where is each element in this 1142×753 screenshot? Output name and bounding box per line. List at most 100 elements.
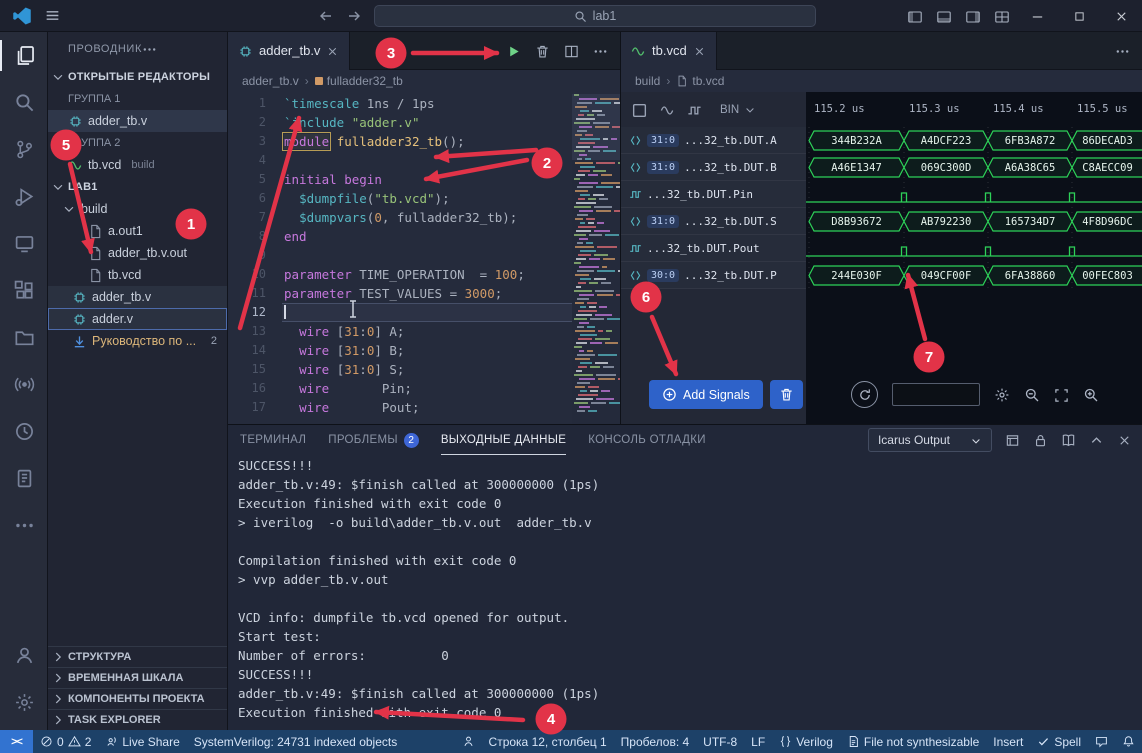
panel-tab-ТЕРМИНАЛ[interactable]: ТЕРМИНАЛ [240, 425, 306, 455]
activity-settings[interactable] [0, 679, 48, 726]
activity-notebook[interactable] [0, 455, 48, 502]
file-adder_tb.v.out[interactable]: adder_tb.v.out [48, 242, 227, 264]
status-systemverilog-status[interactable]: SystemVerilog: 24731 indexed objects [187, 730, 404, 753]
panel-tab-КОНСОЛЬ ОТЛАДКИ[interactable]: КОНСОЛЬ ОТЛАДКИ [588, 425, 706, 455]
code-line[interactable]: end [282, 227, 572, 246]
code-line[interactable]: wire [31:0] A; [282, 322, 572, 341]
status-encoding[interactable]: UTF-8 [696, 730, 744, 753]
zoom-fit-icon[interactable] [1054, 386, 1069, 402]
status-indentation[interactable]: Пробелов: 4 [614, 730, 697, 753]
minimap-slider[interactable] [572, 94, 620, 160]
code-line[interactable]: parameter TEST_VALUES = 3000; [282, 284, 572, 303]
code-line[interactable]: initial begin [282, 170, 572, 189]
section-TASK EXPLORER[interactable]: TASK EXPLORER [48, 709, 227, 730]
maximize-panel-icon[interactable] [1089, 432, 1104, 448]
zoom-in-icon[interactable] [1083, 386, 1099, 403]
breadcrumb-item[interactable]: fulladder32_tb [315, 74, 403, 88]
file-tb.vcd[interactable]: tb.vcd [48, 264, 227, 286]
open-editors-section[interactable]: ОТКРЫТЫЕ РЕДАКТОРЫ [48, 66, 227, 88]
signal--32-tb-DUT-Pin[interactable]: ...32_tb.DUT.Pin [621, 181, 806, 208]
workspace-root-section[interactable]: LAB1 [48, 176, 227, 198]
open-editor-tb.vcd[interactable]: tb.vcdbuild [48, 154, 227, 176]
signal--32-tb-DUT-B[interactable]: 31:0...32_tb.DUT.B [621, 154, 806, 181]
file-adder_tb.v[interactable]: adder_tb.v [48, 286, 227, 308]
status-synthesis-status[interactable]: File not synthesizable [840, 730, 986, 753]
split-editor-button[interactable] [564, 42, 579, 58]
section-КОМПОНЕНТЫ ПРОЕКТА[interactable]: КОМПОНЕНТЫ ПРОЕКТА [48, 688, 227, 709]
toggle-sidebar-icon[interactable] [907, 8, 923, 25]
code-line[interactable]: `timescale 1ns / 1ps [282, 94, 572, 113]
tab-adder-tb[interactable]: adder_tb.v [228, 32, 350, 70]
folder-build[interactable]: build [48, 198, 227, 220]
more-actions-button[interactable] [1115, 42, 1130, 58]
panel-tab-ВЫХОДНЫЕ ДАННЫЕ[interactable]: ВЫХОДНЫЕ ДАННЫЕ [441, 425, 566, 455]
maximize-button[interactable] [1058, 0, 1100, 32]
wave-style-icon[interactable] [660, 102, 675, 118]
minimap[interactable] [572, 94, 620, 424]
code-line[interactable] [282, 246, 572, 265]
marker-box-icon[interactable] [631, 101, 648, 118]
waveform-canvas[interactable]: 344B232AA4DCF2236FB3A87286DECAD3A46E1347… [806, 127, 1142, 289]
status-live-share[interactable]: Live Share [98, 730, 186, 753]
file-a.out1[interactable]: a.out1 [48, 220, 227, 242]
activity-live-share[interactable] [0, 361, 48, 408]
menu-icon[interactable] [44, 7, 61, 24]
code-line[interactable]: wire Pin; [282, 379, 572, 398]
minimize-button[interactable] [1016, 0, 1058, 32]
signal--32-tb-DUT-A[interactable]: 31:0...32_tb.DUT.A [621, 127, 806, 154]
output-channel-select[interactable]: Icarus Output [868, 428, 992, 452]
code-line[interactable]: `include "adder.v" [282, 113, 572, 132]
output-console[interactable]: SUCCESS!!!adder_tb.v:49: $finish called … [228, 455, 1142, 730]
code-line[interactable]: wire Pout; [282, 398, 572, 417]
activity-remote-explorer[interactable] [0, 220, 48, 267]
more-actions-button[interactable] [593, 42, 608, 58]
refresh-button[interactable] [851, 381, 878, 408]
run-button[interactable] [506, 42, 521, 58]
panel-tab-ПРОБЛЕМЫ[interactable]: ПРОБЛЕМЫ2 [328, 425, 419, 455]
status-language-mode[interactable]: Verilog [772, 730, 840, 753]
activity-more-views[interactable] [0, 502, 48, 549]
customize-layout-icon[interactable] [994, 8, 1010, 25]
activity-search[interactable] [0, 79, 48, 126]
zoom-out-icon[interactable] [1024, 386, 1040, 403]
code-line[interactable] [282, 151, 572, 170]
format-dropdown[interactable]: BIN [720, 104, 756, 116]
breadcrumb-item[interactable]: build [635, 74, 660, 88]
signal--32-tb-DUT-S[interactable]: 31:0...32_tb.DUT.S [621, 208, 806, 235]
code-line[interactable]: wire [31:0] S; [282, 360, 572, 379]
code-line[interactable]: parameter TIME_OPERATION = 100; [282, 265, 572, 284]
status-eol[interactable]: LF [744, 730, 772, 753]
status-spell[interactable]: Spell [1030, 730, 1088, 753]
lock-icon[interactable] [1033, 432, 1048, 448]
tab-tb-vcd[interactable]: tb.vcd [621, 32, 717, 70]
status-feedback[interactable] [1088, 730, 1115, 753]
activity-account[interactable] [0, 632, 48, 679]
toggle-panel-icon[interactable] [936, 8, 952, 25]
activity-task-timer[interactable] [0, 408, 48, 455]
trash-button[interactable] [535, 42, 550, 58]
command-center-search[interactable]: lab1 [374, 5, 816, 27]
nav-back-icon[interactable] [318, 7, 334, 24]
split-terminal-icon[interactable] [1005, 432, 1020, 448]
signal--32-tb-DUT-P[interactable]: 30:0...32_tb.DUT.P [621, 262, 806, 289]
toggle-secondary-sidebar-icon[interactable] [965, 8, 981, 25]
code-line[interactable]: $dumpvars(0, fulladder32_tb); [282, 208, 572, 227]
sidebar-more-icon[interactable] [142, 42, 157, 57]
code-line[interactable]: module fulladder32_tb(); [282, 132, 572, 151]
status-accessibility[interactable] [455, 730, 482, 753]
code-area[interactable]: 1234567891011121314151617 `timescale 1ns… [228, 92, 620, 424]
file-Руководство по ...[interactable]: Руководство по ...2 [48, 330, 227, 352]
nav-forward-icon[interactable] [346, 7, 362, 24]
activity-extensions[interactable] [0, 267, 48, 314]
problems-status[interactable]: 02 [33, 730, 98, 753]
remove-signals-button[interactable] [770, 380, 803, 409]
close-button[interactable] [1100, 0, 1142, 32]
code-line[interactable]: $dumpfile("tb.vcd"); [282, 189, 572, 208]
wave-style-icon[interactable] [687, 102, 702, 118]
add-signals-button[interactable]: Add Signals [649, 380, 763, 409]
close-panel-icon[interactable] [1117, 432, 1132, 448]
section-СТРУКТУРА[interactable]: СТРУКТУРА [48, 646, 227, 667]
status-notifications[interactable] [1115, 730, 1142, 753]
time-search-input[interactable] [892, 383, 980, 406]
activity-run-debug[interactable] [0, 173, 48, 220]
